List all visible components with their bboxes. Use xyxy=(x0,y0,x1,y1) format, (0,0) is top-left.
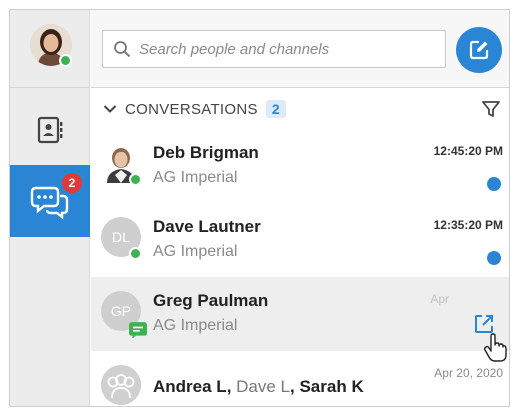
conversation-name: Deb Brigman xyxy=(153,143,259,162)
conversation-name: Dave Lautner xyxy=(153,217,261,236)
conversation-time: Apr 20, 2020 xyxy=(434,366,503,380)
conversation-org: AG Imperial xyxy=(153,317,238,334)
conversation-time: Apr xyxy=(430,292,449,306)
conversation-org: AG Imperial xyxy=(153,169,238,186)
app-window: 2 CONVERSATIONS 2 xyxy=(9,9,510,407)
group-icon xyxy=(101,365,141,405)
presence-indicator xyxy=(129,173,142,186)
unread-dot xyxy=(487,251,501,265)
participant-name: Dave L xyxy=(236,377,291,396)
search-box[interactable] xyxy=(102,30,446,68)
avatar-initials: DL xyxy=(112,229,130,245)
conversation-org: AG Imperial xyxy=(153,243,238,260)
popout-icon[interactable] xyxy=(473,313,495,335)
participant-name: Andrea L xyxy=(153,377,227,396)
conversation-row[interactable]: Deb Brigman AG Imperial 12:45:20 PM xyxy=(91,129,509,203)
conversation-time: 12:35:20 PM xyxy=(433,218,503,232)
contacts-nav-button[interactable] xyxy=(10,95,90,165)
group-avatar xyxy=(101,365,141,405)
name-separator: , xyxy=(226,377,237,396)
chat-nav-button[interactable]: 2 xyxy=(10,165,90,237)
avatar-initials: GP xyxy=(110,303,132,319)
top-bar xyxy=(91,10,509,88)
conversation-time: 12:45:20 PM xyxy=(433,144,503,158)
chat-status-icon xyxy=(129,322,147,338)
conversation-list: Deb Brigman AG Imperial 12:45:20 PM DL D… xyxy=(91,129,509,406)
left-rail: 2 xyxy=(10,10,90,406)
filter-icon[interactable] xyxy=(481,99,501,119)
contacts-icon xyxy=(37,116,63,144)
section-title: CONVERSATIONS xyxy=(125,100,258,118)
user-presence-indicator xyxy=(59,54,72,67)
compose-icon xyxy=(469,40,489,60)
search-icon xyxy=(114,41,131,58)
conversation-count-badge: 2 xyxy=(265,100,286,118)
conversation-row[interactable]: GP Greg Paulman AG Imperial Apr xyxy=(91,277,509,362)
compose-button[interactable] xyxy=(456,27,502,73)
conversations-header[interactable]: CONVERSATIONS 2 xyxy=(91,89,509,129)
conversation-row[interactable]: Andrea L, Dave L, Sarah K Apr 20, 2020 xyxy=(91,351,509,406)
conversation-row[interactable]: DL Dave Lautner AG Imperial 12:35:20 PM xyxy=(91,203,509,277)
conversation-name: Andrea L, Dave L, Sarah K xyxy=(153,377,364,397)
presence-indicator xyxy=(129,247,142,260)
search-input[interactable] xyxy=(139,40,429,58)
user-section xyxy=(10,10,90,88)
conversation-name: Greg Paulman xyxy=(153,291,269,310)
participant-name: Sarah K xyxy=(299,377,364,396)
unread-dot xyxy=(487,177,501,191)
conversations-panel: CONVERSATIONS 2 xyxy=(91,10,509,406)
chevron-down-icon[interactable] xyxy=(103,104,117,114)
chat-unread-badge: 2 xyxy=(62,173,82,193)
